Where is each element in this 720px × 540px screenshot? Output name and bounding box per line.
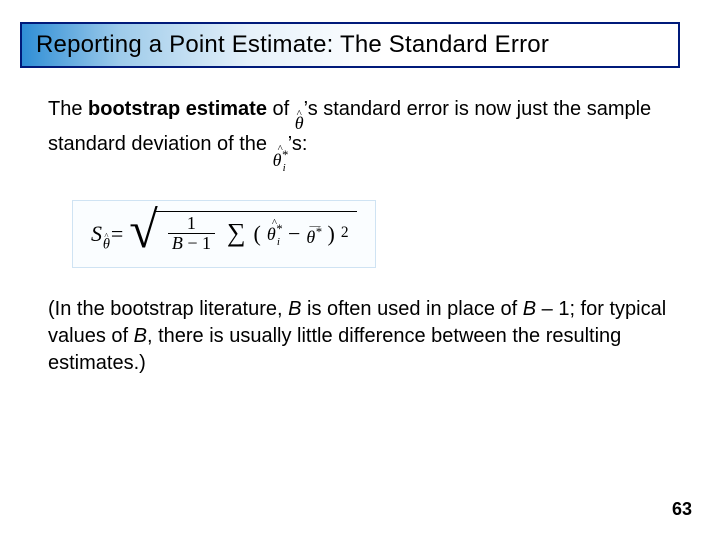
minus-sign: − [288,219,300,249]
sigma-icon: ∑ [227,220,246,246]
theta-hat-star-i-term: ^ θ* i [267,219,282,248]
den-minus1: − 1 [183,233,211,253]
intro-bold: bootstrap estimate [88,98,267,120]
den-B: B [172,233,183,253]
body-text: The bootstrap estimate of ^θ’s standard … [48,96,668,403]
slide: Reporting a Point Estimate: The Standard… [0,0,720,540]
radical-sign: √ [129,215,158,261]
paren-close: ) [328,219,335,249]
note-B1: B [288,298,301,320]
sqrt-icon: √ 1 B − 1 ∑ ( ^ θ* i [129,211,356,257]
note-B2: B [523,298,536,320]
sub-i: i [283,164,286,174]
paren-open: ( [254,219,261,249]
note-1: (In the bootstrap literature, [48,298,288,320]
page-number: 63 [672,499,692,520]
theta-hat-icon: ^θ [295,110,304,131]
squared: 2 [341,223,349,244]
theta-hat-star-i-icon: ^θ*i [273,145,288,174]
intro-text-4: ’s: [288,133,308,155]
fraction: 1 B − 1 [168,214,215,253]
note-2: is often used in place of [301,298,522,320]
theta-glyph: θ [295,115,304,131]
term-star: * [276,222,282,236]
term-sub-i: i [277,238,280,248]
formula: S ^ θ = √ 1 B − 1 ∑ [91,211,357,257]
bar-theta-star: θ* [306,227,321,245]
note-B3: B [134,325,147,347]
lhs-sub-theta-hat: ^ θ [103,233,110,250]
intro-text-2: of [267,98,295,120]
lhs-S: S [91,219,102,249]
bar-star: * [315,225,321,239]
frac-den: B − 1 [168,233,215,253]
title-bar: Reporting a Point Estimate: The Standard… [20,22,680,68]
lhs-theta: θ [103,237,110,250]
bar-theta: θ [306,227,315,247]
under-root: 1 B − 1 ∑ ( ^ θ* i − [156,211,357,257]
slide-title: Reporting a Point Estimate: The Standard… [36,31,549,59]
equals: = [111,219,123,249]
intro-text-1: The [48,98,88,120]
formula-box: S ^ θ = √ 1 B − 1 ∑ [72,200,376,268]
term-theta: θ [267,224,276,244]
intro-paragraph: The bootstrap estimate of ^θ’s standard … [48,96,668,174]
note-paragraph: (In the bootstrap literature, B is often… [48,296,668,377]
frac-num: 1 [183,214,200,233]
formula-container: S ^ θ = √ 1 B − 1 ∑ [72,200,668,268]
theta-bar-star: ― θ* [306,222,321,245]
